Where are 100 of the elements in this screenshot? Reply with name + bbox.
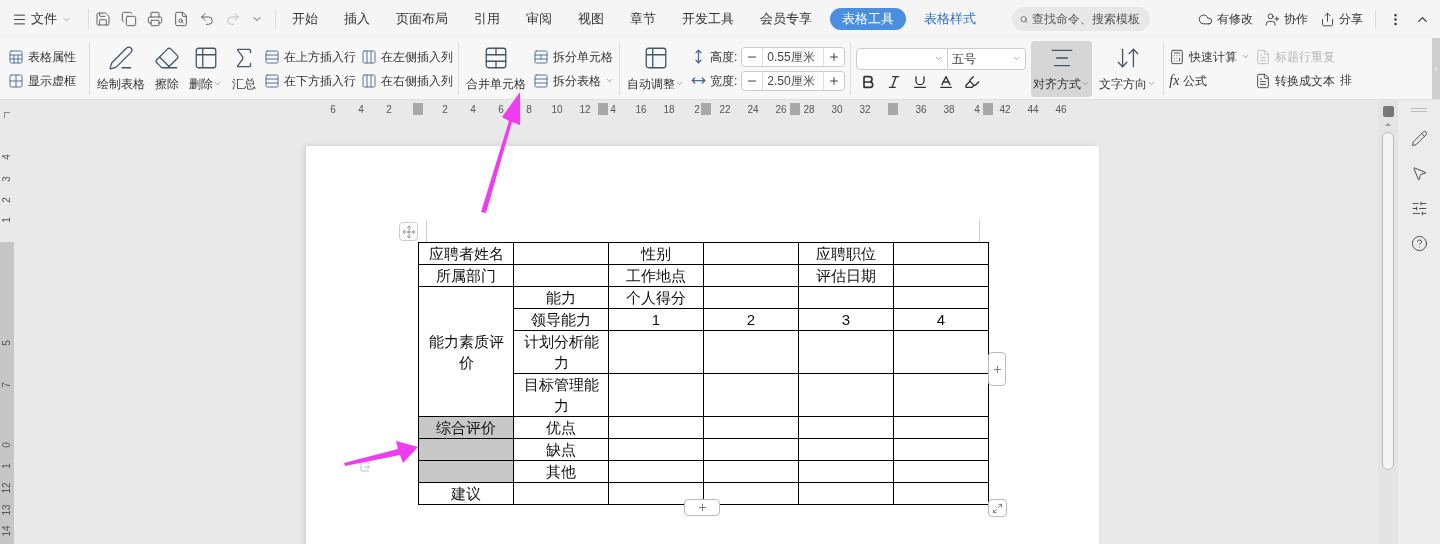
table-cell: 综合评价 — [418, 416, 514, 439]
field-value: 2.50厘米 — [762, 71, 825, 90]
menu-tab[interactable]: 视图 — [570, 8, 612, 30]
ruler-number: 26 — [775, 102, 787, 117]
underline-icon[interactable] — [912, 73, 929, 90]
caret-icon — [213, 79, 222, 88]
text-direction-button[interactable]: 文字方向 — [1097, 40, 1159, 97]
move-icon — [401, 224, 416, 239]
margin-guide — [979, 220, 980, 242]
menu-tab[interactable]: 插入 — [336, 8, 378, 30]
save-status-button[interactable]: 有修改 — [1198, 10, 1253, 28]
paste-options-icon[interactable] — [358, 460, 372, 472]
move-handle[interactable] — [399, 222, 418, 241]
insert-right-button[interactable]: 在右侧插入列 — [361, 68, 453, 93]
search-field[interactable]: 查找命令、搜索模板 — [1012, 7, 1150, 31]
highlighter-icon[interactable] — [964, 73, 981, 90]
table-pen-icon — [108, 44, 134, 71]
table-properties-button[interactable]: 表格属性 — [8, 44, 84, 69]
formula-button[interactable]: fx 公式 — [1169, 68, 1251, 93]
draw-table-button[interactable]: 绘制表格 — [95, 40, 147, 97]
ruler-number: 4 — [470, 102, 476, 117]
ruler-number: 38 — [943, 102, 955, 117]
insert-left-button[interactable]: 在左侧插入列 — [361, 44, 453, 69]
table-cell: 能力素质评价 — [418, 286, 514, 417]
add-column-button[interactable] — [988, 352, 1006, 386]
number-field[interactable]: 2.50厘米 — [741, 70, 846, 91]
resize-handle[interactable] — [988, 499, 1007, 517]
ribbon-label: 排 — [1340, 71, 1353, 89]
menu-tab[interactable]: 会员专享 — [752, 8, 820, 30]
pen-icon[interactable] — [1410, 130, 1428, 147]
auto-fit-button[interactable]: 自动调整 — [625, 40, 686, 97]
insert-column-icon — [361, 48, 377, 65]
share-icon — [1320, 11, 1335, 27]
show-gridlines-button[interactable]: 显示虚框 — [8, 68, 84, 93]
undo-icon[interactable] — [199, 11, 215, 27]
settings-icon[interactable] — [1410, 200, 1428, 217]
insert-above-button[interactable]: 在上方插入行 — [264, 44, 356, 69]
table-cell: 计划分析能力 — [513, 330, 609, 374]
chevron-right-icon — [1432, 64, 1440, 73]
field-label: 宽度: — [710, 72, 738, 90]
ruler-number: 32 — [859, 102, 871, 117]
menu-tab[interactable]: 审阅 — [518, 8, 560, 30]
grid-icon — [8, 72, 24, 89]
ruler-number: 2 — [386, 102, 392, 117]
delete-button[interactable]: 删除 — [187, 40, 224, 97]
user-plus-icon — [1265, 11, 1280, 27]
insert-row-icon — [264, 72, 280, 89]
table-properties-icon — [8, 48, 24, 65]
ruler-number: 36 — [915, 102, 927, 117]
convert-to-text-button[interactable]: 转换成文本 — [1255, 68, 1336, 93]
ruler-number: 22 — [719, 102, 731, 117]
ruler-number: 12 — [579, 102, 591, 117]
insert-below-button[interactable]: 在下方插入行 — [264, 68, 356, 93]
align-button[interactable]: 对齐方式 — [1031, 40, 1093, 97]
table-cell: 应聘者姓名 — [418, 242, 514, 265]
ruler-number: 12 — [1, 482, 13, 494]
share-button[interactable]: 分享 — [1320, 10, 1363, 28]
help-icon[interactable] — [1410, 235, 1428, 252]
scroll-up-icon[interactable] — [1385, 123, 1391, 126]
ruler-number: 4 — [358, 102, 364, 117]
table-cell: 性别 — [608, 242, 704, 265]
quick-calc-button[interactable]: 快速计算 — [1169, 44, 1251, 69]
menu-tab[interactable]: 引用 — [466, 8, 508, 30]
ruler-number: 10 — [551, 102, 563, 117]
table-cell: 所属部门 — [418, 264, 514, 287]
menu-tab[interactable]: 开发工具 — [674, 8, 742, 30]
split-cells-button[interactable]: 拆分单元格 — [533, 44, 614, 69]
erase-button[interactable]: 擦除 — [152, 40, 182, 97]
collaborate-button[interactable]: 协作 — [1265, 10, 1308, 28]
ruler-marker — [701, 103, 711, 115]
split-cells-icon — [533, 48, 549, 65]
preview-icon[interactable] — [173, 11, 189, 27]
add-row-button[interactable] — [684, 499, 720, 516]
number-field[interactable]: 0.55厘米 — [741, 46, 846, 67]
ruler-number: 46 — [1055, 102, 1067, 117]
ruler-number: 7 — [1, 381, 13, 390]
split-table-button[interactable]: 拆分表格 — [533, 68, 614, 93]
menu-icon — [12, 11, 27, 27]
menu-tab[interactable]: 章节 — [622, 8, 664, 30]
ruler-number: 2 — [442, 102, 448, 117]
menu-tab[interactable]: 表格样式 — [916, 8, 984, 30]
merge-cells-button[interactable]: 合并单元格 — [464, 40, 528, 97]
scrollbar-thumb[interactable] — [1382, 132, 1394, 470]
font-size-dropdown[interactable]: 五号 — [948, 47, 1027, 70]
ruler-number: 28 — [803, 102, 815, 117]
summary-button[interactable]: 汇总 — [229, 40, 259, 97]
printer-icon[interactable] — [147, 11, 163, 27]
menu-tab[interactable]: 开始 — [284, 8, 326, 30]
insert-column-icon — [361, 72, 377, 89]
cursor-icon[interactable] — [1410, 165, 1428, 182]
caret-icon — [675, 79, 684, 88]
margin-guide — [426, 220, 427, 242]
ruler-number: 16 — [635, 102, 647, 117]
font-color-icon[interactable] — [938, 73, 955, 90]
menu-tab[interactable]: 页面布局 — [388, 8, 456, 30]
file-menu[interactable]: 文件 — [12, 9, 82, 29]
ruler-number: 6 — [330, 102, 336, 117]
ruler-number: 2 — [694, 102, 700, 117]
ruler-marker — [983, 103, 993, 115]
save-icon[interactable] — [95, 11, 111, 27]
